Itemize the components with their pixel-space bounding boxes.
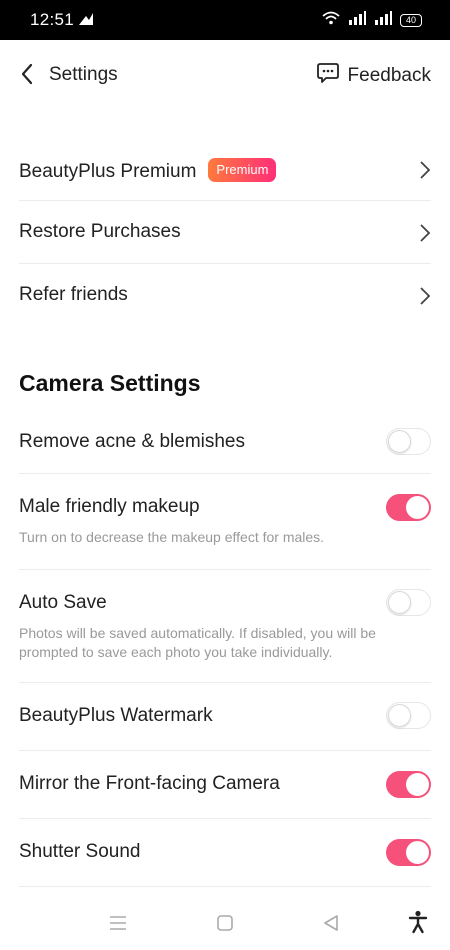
page-title: Settings <box>49 64 118 85</box>
chat-bubble-icon <box>316 62 340 89</box>
triangle-back-icon[interactable] <box>322 914 340 937</box>
row-label: Mirror the Front-facing Camera <box>19 773 280 794</box>
toggle-knob <box>406 496 429 519</box>
row-auto-save: Auto Save Photos will be saved automatic… <box>19 589 431 662</box>
menu-icon[interactable] <box>109 915 127 936</box>
divider <box>19 473 431 474</box>
battery-icon: 40 <box>400 14 422 27</box>
premium-badge: Premium <box>208 158 277 182</box>
signal-icon <box>348 11 366 30</box>
feedback-button[interactable]: Feedback <box>316 62 431 89</box>
toggle-knob <box>388 590 411 614</box>
row-label: Shutter Sound <box>19 841 141 862</box>
toggle-knob <box>406 841 429 864</box>
toggle-knob <box>388 703 411 727</box>
divider <box>19 569 431 570</box>
feedback-label: Feedback <box>347 64 431 86</box>
square-icon[interactable] <box>216 914 234 937</box>
auto-save-toggle[interactable] <box>386 589 431 616</box>
toggle-knob <box>388 429 411 453</box>
wifi-icon <box>322 11 340 30</box>
row-label: Male friendly makeup <box>19 496 200 517</box>
toggle-knob <box>406 773 429 796</box>
row-beautyplus-watermark: BeautyPlus Watermark <box>19 702 431 729</box>
chevron-right-icon <box>419 160 431 185</box>
status-bar: 12:51 40 <box>0 0 450 40</box>
status-icons: 40 <box>322 11 422 30</box>
row-restore-purchases[interactable]: Restore Purchases <box>19 221 431 243</box>
back-button[interactable] <box>14 62 40 90</box>
row-mirror-front-camera: Mirror the Front-facing Camera <box>19 771 431 798</box>
row-label: Auto Save <box>19 592 107 613</box>
divider <box>19 200 431 201</box>
accessibility-icon[interactable] <box>408 910 428 939</box>
settings-list[interactable]: Subscribe BeautyPlus PremiumPremium Rest… <box>0 40 450 900</box>
chevron-right-icon <box>419 223 431 248</box>
mirror-camera-toggle[interactable] <box>386 771 431 798</box>
row-remove-acne: Remove acne & blemishes <box>19 428 431 455</box>
row-beautyplus-premium[interactable]: BeautyPlus Premium Premium <box>19 158 431 183</box>
row-label: Refer friends <box>19 284 128 305</box>
divider <box>19 682 431 683</box>
app-header: Settings Feedback <box>0 40 450 112</box>
row-label: Remove acne & blemishes <box>19 431 245 452</box>
row-label: BeautyPlus Premium <box>19 161 197 182</box>
divider <box>19 750 431 751</box>
male-friendly-makeup-toggle[interactable] <box>386 494 431 521</box>
chevron-left-icon <box>20 63 34 90</box>
divider <box>19 886 431 887</box>
row-label: BeautyPlus Watermark <box>19 705 213 726</box>
row-description: Photos will be saved automatically. If d… <box>19 625 376 660</box>
system-nav-bar <box>0 900 450 950</box>
remove-acne-toggle[interactable] <box>386 428 431 455</box>
section-title-camera-settings: Camera Settings <box>19 370 201 396</box>
row-label: Restore Purchases <box>19 221 181 242</box>
signal-icon <box>374 11 392 30</box>
notification-icon <box>78 12 94 31</box>
status-time: 12:51 <box>30 10 75 29</box>
divider <box>19 818 431 819</box>
watermark-toggle[interactable] <box>386 702 431 729</box>
shutter-sound-toggle[interactable] <box>386 839 431 866</box>
row-male-friendly-makeup: Male friendly makeup Turn on to decrease… <box>19 494 431 547</box>
divider <box>19 263 431 264</box>
row-refer-friends[interactable]: Refer friends <box>19 284 431 306</box>
chevron-right-icon <box>419 286 431 311</box>
row-shutter-sound: Shutter Sound <box>19 839 431 866</box>
row-description: Turn on to decrease the makeup effect fo… <box>19 529 325 545</box>
